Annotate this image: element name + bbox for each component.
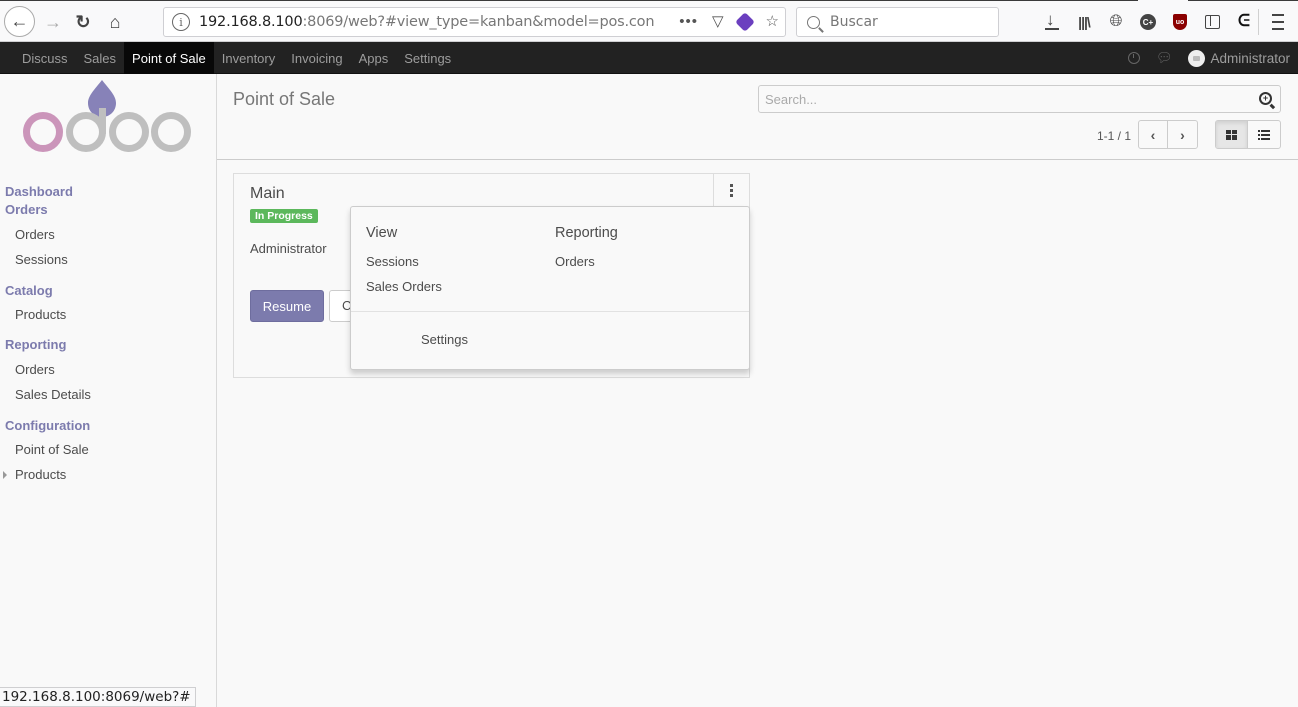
arrow-left-icon: ← — [10, 11, 29, 31]
pager-next-button[interactable]: › — [1168, 121, 1197, 148]
browser-search-input[interactable]: Buscar — [796, 7, 999, 37]
search-box: + — [758, 85, 1281, 113]
nav-item-sales[interactable]: Sales — [76, 42, 125, 74]
sidebar-item-sessions[interactable]: Sessions — [15, 252, 68, 267]
odoo-logo[interactable] — [22, 76, 192, 154]
hamburger-icon — [1272, 14, 1284, 16]
status-bar-url: 192.168.8.100:8069/web?# — [0, 687, 196, 707]
home-button[interactable]: ⌂ — [100, 7, 130, 37]
vertical-dots-icon — [730, 184, 733, 187]
dropdown-reporting-header: Reporting — [555, 225, 618, 241]
app-menu: Discuss Sales Point of Sale Inventory Invoic… — [0, 42, 1298, 74]
forward-button[interactable]: → — [38, 7, 68, 37]
sidebar-toggle-button[interactable] — [1196, 9, 1228, 35]
kanban-view-button[interactable] — [1216, 121, 1249, 148]
chevron-right-icon: › — [1180, 126, 1185, 143]
dropdown-view-header: View — [366, 225, 398, 241]
sidebar-section-configuration[interactable]: Configuration — [5, 418, 90, 433]
nav-item-discuss[interactable]: Discuss — [14, 42, 76, 74]
search-icon — [807, 15, 820, 29]
sidebar-item-products[interactable]: Products — [15, 307, 66, 322]
nav-item-invoicing[interactable]: Invoicing — [283, 42, 350, 74]
user-menu[interactable]: Administrator — [1210, 51, 1290, 66]
browser-toolbar: ← → ↻ ⌂ i 192.168.8.100:8069/web?#view_t… — [0, 0, 1298, 42]
view-switcher — [1215, 120, 1281, 149]
bookmark-star-icon[interactable]: ☆ — [766, 12, 779, 30]
search-placeholder: Buscar — [830, 14, 878, 30]
list-icon — [1258, 129, 1270, 140]
sidebar-section-reporting[interactable]: Reporting — [5, 337, 66, 352]
nav-item-inventory[interactable]: Inventory — [214, 42, 283, 74]
card-dropdown-menu: View Sessions Sales Orders Reporting Ord… — [350, 206, 750, 370]
downloads-button[interactable] — [1036, 9, 1068, 35]
gnome-extension-button[interactable]: ᕮ — [1228, 9, 1260, 35]
reload-button[interactable]: ↻ — [68, 7, 98, 37]
info-icon[interactable]: i — [172, 13, 190, 31]
address-bar[interactable]: i 192.168.8.100:8069/web?#view_type=kanb… — [163, 7, 786, 37]
sidebar-item-orders[interactable]: Orders — [15, 227, 55, 242]
menu-button[interactable] — [1267, 11, 1289, 33]
pager-buttons: ‹ › — [1138, 120, 1198, 149]
reload-icon: ↻ — [75, 11, 91, 32]
page-actions-icon[interactable]: ••• — [679, 13, 698, 30]
cplus-extension-button[interactable]: C+ — [1132, 9, 1164, 35]
footprint-icon: ᕮ — [1238, 13, 1250, 30]
list-view-button[interactable] — [1248, 121, 1280, 148]
translate-button[interactable]: 🌐︎ — [1100, 9, 1132, 35]
dropdown-item-sales-orders[interactable]: Sales Orders — [366, 279, 442, 294]
status-badge: In Progress — [250, 209, 318, 223]
cplus-icon: C+ — [1140, 14, 1156, 30]
sidebar-section-dashboard[interactable]: Dashboard — [5, 184, 73, 199]
card-options-button[interactable] — [713, 174, 749, 208]
activity-clock-icon[interactable] — [1127, 52, 1140, 64]
ublock-icon: uo — [1173, 14, 1187, 30]
pager-value[interactable]: 1-1 / 1 — [1097, 129, 1131, 143]
sidebar-item-sales-details[interactable]: Sales Details — [15, 387, 91, 402]
pager-previous-button[interactable]: ‹ — [1139, 121, 1168, 148]
resume-button[interactable]: Resume — [250, 290, 324, 322]
home-icon: ⌂ — [109, 11, 121, 32]
download-icon — [1045, 10, 1059, 30]
sidebar-item-reporting-orders[interactable]: Orders — [15, 362, 55, 377]
kanban-grid-icon — [1226, 129, 1237, 140]
dropdown-item-settings[interactable]: Settings — [421, 332, 468, 347]
pocket-icon[interactable]: ▽ — [712, 12, 724, 30]
nav-item-point-of-sale[interactable]: Point of Sale — [124, 42, 214, 74]
sidebar-item-config-products[interactable]: Products — [15, 467, 66, 482]
sidebar: Dashboard Orders Orders Sessions Catalog… — [0, 74, 217, 707]
url-path: :8069/web?#view_type=kanban&model=pos.co… — [302, 14, 654, 30]
chevron-left-icon: ‹ — [1150, 126, 1156, 143]
main-navbar: Discuss Sales Point of Sale Inventory Invoic… — [0, 42, 1298, 74]
toolbar-separator — [1258, 9, 1259, 35]
dropdown-item-reporting-orders[interactable]: Orders — [555, 254, 595, 269]
url-text[interactable]: 192.168.8.100:8069/web?#view_type=kanban… — [199, 14, 654, 30]
back-button[interactable]: ← — [4, 6, 35, 37]
sidebar-item-point-of-sale[interactable]: Point of Sale — [15, 442, 89, 457]
nav-item-settings[interactable]: Settings — [396, 42, 459, 74]
nav-item-apps[interactable]: Apps — [351, 42, 397, 74]
dropdown-divider — [351, 311, 749, 312]
sidebar-section-catalog[interactable]: Catalog — [5, 283, 53, 298]
toolbar-divider — [1138, 0, 1188, 2]
library-button[interactable]: |||\ — [1068, 9, 1100, 35]
avatar[interactable] — [1188, 49, 1206, 67]
arrow-right-icon: → — [44, 11, 62, 32]
card-user: Administrator — [250, 241, 327, 256]
sidebar-icon — [1204, 15, 1220, 29]
chat-bubbles-icon[interactable]: 💬︎ — [1156, 50, 1173, 66]
page-title[interactable]: Point of Sale — [233, 89, 335, 110]
sidebar-section-orders[interactable]: Orders — [5, 202, 48, 217]
search-options-icon[interactable]: + — [1259, 92, 1272, 105]
dropdown-item-sessions[interactable]: Sessions — [366, 254, 419, 269]
card-title: Main — [250, 185, 285, 202]
url-host: 192.168.8.100 — [199, 14, 303, 30]
library-icon: |||\ — [1078, 14, 1091, 30]
globe-pencil-icon: 🌐︎ — [1109, 13, 1123, 30]
caret-right-icon[interactable] — [3, 471, 7, 479]
ublock-button[interactable]: uo — [1164, 9, 1196, 35]
search-input[interactable] — [759, 86, 1239, 112]
extension-icon[interactable] — [734, 12, 755, 32]
control-panel: Point of Sale + 1-1 / 1 ‹ › — [217, 74, 1298, 160]
